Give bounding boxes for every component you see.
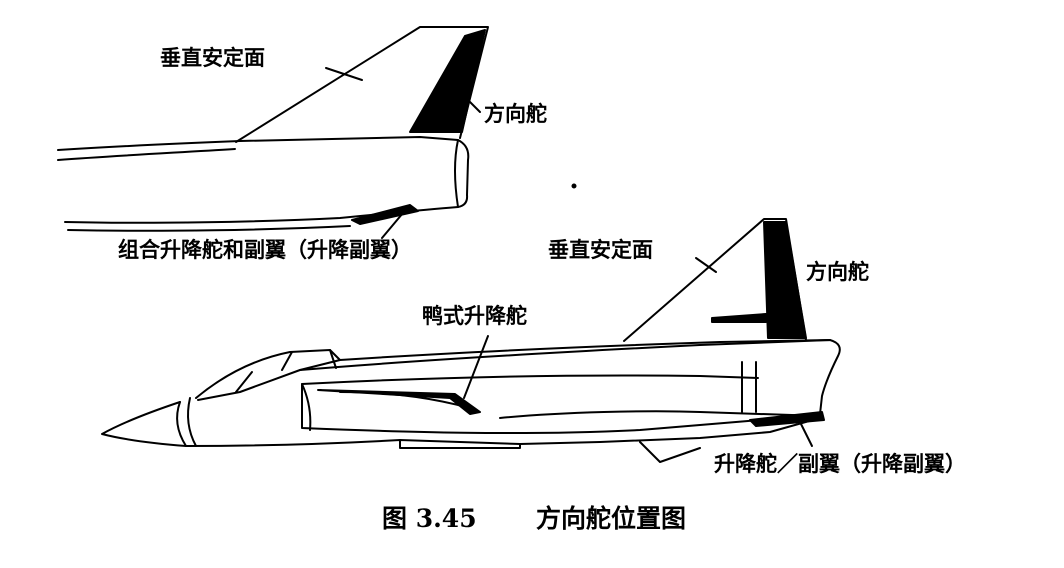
bottom-fuselage-upper-line (299, 339, 831, 371)
bottom-fuselage-upper-inner-line (339, 341, 721, 361)
bottom-rudder (763, 221, 807, 339)
top-fin-label: 垂直安定面 (160, 46, 265, 70)
bottom-nose (101, 401, 187, 447)
bottom-fin-strake (711, 313, 767, 323)
bottom-canard (317, 389, 481, 415)
top-fin-leader (325, 67, 363, 81)
dot-mark (571, 183, 577, 189)
top-elevon-label: 组合升降舵和副翼（升降副翼） (118, 238, 412, 262)
bottom-canopy (195, 349, 341, 401)
bottom-nose-ring (176, 397, 197, 447)
rudder-position-figure: 垂直安定面 方向舵 组合升降舵和副翼（升降副翼） 垂直安定面 方向舵 鸭式升降舵… (0, 0, 1064, 568)
bottom-canard-leader (463, 335, 489, 399)
top-tail-cap (454, 139, 469, 208)
aircraft-drawings (57, 26, 841, 463)
figure-title: 方向舵位置图 (536, 504, 687, 533)
top-rudder (409, 29, 486, 133)
top-fuselage-upper-inner-line (57, 148, 236, 161)
bottom-canopy-frame (235, 349, 337, 393)
top-rudder-label: 方向舵 (484, 102, 547, 126)
top-fuselage-lower-inner-line (67, 225, 351, 232)
top-rudder-leader (467, 99, 481, 113)
bottom-duct-lip (301, 361, 757, 431)
bottom-canard-label: 鸭式升降舵 (422, 304, 527, 328)
bottom-rudder-label: 方向舵 (806, 260, 869, 284)
top-aircraft (57, 26, 577, 239)
bottom-elevon-label: 升降舵／副翼（升降副翼） (714, 452, 966, 476)
bottom-fin-label: 垂直安定面 (548, 238, 653, 262)
figure-number: 图 3.45 (382, 504, 477, 533)
bottom-elevon-leader (799, 421, 813, 447)
